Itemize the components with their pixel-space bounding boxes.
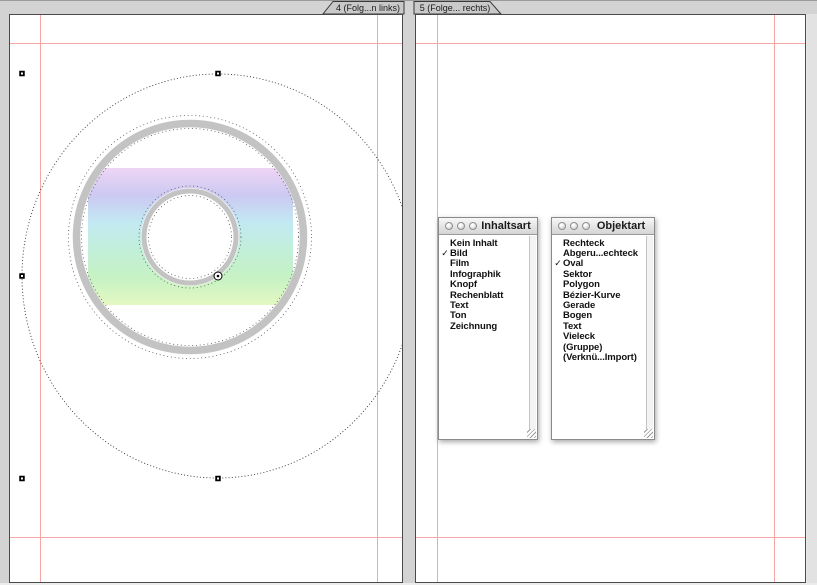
palette-inhaltsart-list: Kein Inhalt ✓Bild Film Infographik Knopf… (440, 237, 529, 438)
resize-grip-icon[interactable] (644, 429, 653, 438)
minimize-button[interactable] (570, 222, 578, 230)
palette-item[interactable]: ✓Bild (440, 248, 529, 258)
palette-item[interactable]: Infographik (440, 269, 529, 279)
palette-item[interactable]: (Gruppe) (553, 342, 646, 352)
palette-item[interactable]: Kein Inhalt (440, 238, 529, 248)
selection-handle-bottom-center[interactable] (215, 476, 221, 482)
palette-item[interactable]: Polygon (553, 280, 646, 290)
palette-item[interactable]: Gerade (553, 300, 646, 310)
center-anchor-marker[interactable] (214, 272, 222, 280)
zoom-button[interactable] (469, 222, 477, 230)
cd-image-object[interactable] (69, 116, 312, 359)
tab-page-5[interactable]: 5 (Folge... rechts) (413, 1, 502, 15)
palette-item[interactable]: Film (440, 259, 529, 269)
palette-item[interactable]: Bogen (553, 311, 646, 321)
minimize-button[interactable] (457, 222, 465, 230)
palette-item[interactable]: Vieleck (553, 332, 646, 342)
selection-handle-bottom-left[interactable] (19, 476, 25, 482)
palette-item[interactable]: Zeichnung (440, 321, 529, 331)
tab-page-5-label[interactable]: 5 (Folge... rechts) (420, 3, 491, 13)
selection-handle-top-center[interactable] (215, 71, 221, 77)
palette-objektart-list: Rechteck Abgeru...echteck ✓Oval Sektor P… (553, 237, 646, 438)
page-4-canvas[interactable] (10, 15, 402, 582)
page-4[interactable] (9, 14, 403, 583)
zoom-button[interactable] (582, 222, 590, 230)
palette-inhaltsart-titlebar[interactable]: Inhaltsart (439, 218, 537, 235)
palette-item[interactable]: Abgeru...echteck (553, 248, 646, 258)
palette-item[interactable]: Sektor (553, 269, 646, 279)
tab-page-4[interactable]: 4 (Folg...n links) (322, 1, 405, 15)
palette-inhaltsart[interactable]: Inhaltsart Kein Inhalt ✓Bild Film Infogr… (438, 217, 538, 440)
close-button[interactable] (445, 222, 453, 230)
cd-hole (144, 191, 236, 283)
palette-item[interactable]: Bézier-Kurve (553, 290, 646, 300)
scrollbar[interactable] (529, 236, 536, 438)
palette-item[interactable]: Rechteck (553, 238, 646, 248)
left-pasteboard-strip (0, 14, 9, 583)
selection-handle-middle-left[interactable] (19, 273, 25, 279)
palette-item[interactable]: Knopf (440, 280, 529, 290)
scrollbar[interactable] (646, 236, 653, 438)
checkmark-icon: ✓ (553, 258, 563, 269)
palette-item[interactable]: Text (553, 321, 646, 331)
palette-objektart-titlebar[interactable]: Objektart (552, 218, 654, 235)
tab-page-4-label[interactable]: 4 (Folg...n links) (336, 3, 400, 13)
right-pasteboard-strip (807, 14, 817, 585)
top-pasteboard-strip (0, 0, 817, 14)
close-button[interactable] (558, 222, 566, 230)
page-gutter (403, 14, 415, 583)
palette-item[interactable]: Text (440, 300, 529, 310)
resize-grip-icon[interactable] (527, 429, 536, 438)
palette-title: Objektart (594, 220, 650, 232)
palette-item[interactable]: Rechenblatt (440, 290, 529, 300)
palette-item[interactable]: Ton (440, 311, 529, 321)
selection-handle-top-left[interactable] (19, 71, 25, 77)
palette-title: Inhaltsart (481, 220, 533, 232)
palette-item[interactable]: (Verknü...Import) (553, 352, 646, 362)
palette-item[interactable]: ✓Oval (553, 259, 646, 269)
palette-objektart[interactable]: Objektart Rechteck Abgeru...echteck ✓Ova… (551, 217, 655, 440)
checkmark-icon: ✓ (440, 248, 450, 259)
